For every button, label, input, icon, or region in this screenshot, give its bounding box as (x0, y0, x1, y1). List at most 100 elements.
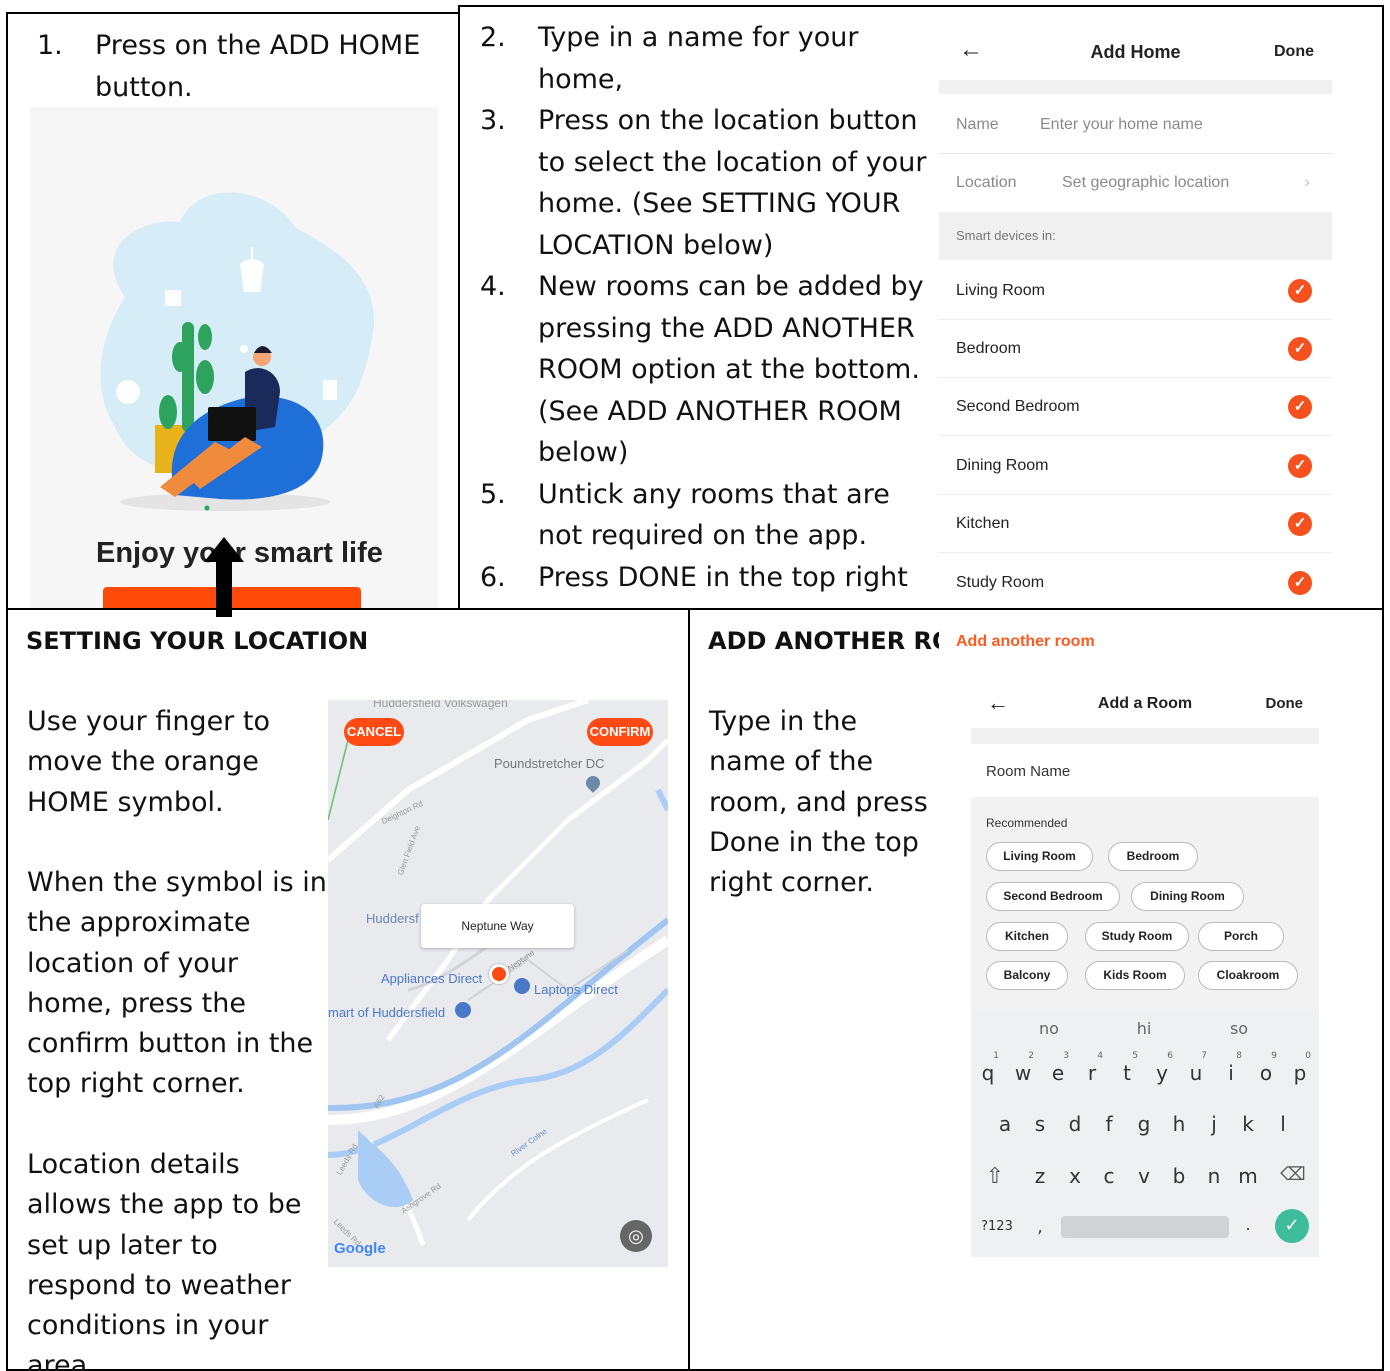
poi-laptops-direct: Laptops Direct (534, 982, 618, 997)
suggestion[interactable]: so (1209, 1019, 1269, 1038)
name-field-row[interactable]: Name Enter your home name (939, 96, 1332, 154)
step-number: 3. (480, 105, 506, 136)
room-chip[interactable]: Living Room (986, 842, 1093, 871)
key-j[interactable]: j (1199, 1112, 1229, 1136)
key-w[interactable]: 2w (1008, 1051, 1038, 1085)
room-name: Bedroom (956, 340, 1021, 357)
step-item: 3. Press on the location button to selec… (480, 100, 928, 266)
checkmark-icon[interactable]: ✓ (1288, 395, 1312, 419)
done-button[interactable]: Done (1274, 43, 1314, 61)
step-number: 1. (37, 30, 63, 61)
home-name-input[interactable]: Enter your home name (1040, 116, 1203, 134)
shopping-pin-icon (514, 978, 530, 994)
step-text: New rooms can be added by pressing the A… (538, 271, 924, 468)
room-chip[interactable]: Cloakroom (1198, 961, 1298, 990)
step-number: 4. (480, 271, 506, 302)
room-chip[interactable]: Bedroom (1108, 842, 1198, 871)
space-key[interactable] (1061, 1216, 1229, 1238)
location-field-row[interactable]: Location Set geographic location › (939, 154, 1332, 212)
confirm-button[interactable]: CONFIRM (587, 718, 653, 746)
room-chip[interactable]: Dining Room (1131, 882, 1244, 911)
suggestion[interactable]: hi (1114, 1019, 1174, 1038)
key-m[interactable]: m (1233, 1164, 1263, 1188)
home-marker-icon[interactable] (489, 964, 509, 984)
room-chip[interactable]: Kids Room (1085, 961, 1185, 990)
room-name-input[interactable]: Room Name (986, 763, 1070, 780)
smart-life-illustration (100, 192, 374, 511)
room-chip[interactable]: Second Bedroom (986, 882, 1120, 911)
add-home-screen: ← Add Home Done Name Enter your home nam… (939, 18, 1332, 610)
room-row[interactable]: Second Bedroom ✓ (939, 378, 1332, 436)
location-value[interactable]: Set geographic location (1062, 174, 1229, 192)
location-para-1: Use your finger to move the orange HOME … (27, 706, 270, 818)
location-label: Location (956, 174, 1017, 191)
key-i[interactable]: 8i (1216, 1051, 1246, 1085)
add-room-instructions: Type in the name of the room, and press … (709, 706, 928, 899)
shift-icon[interactable]: ⇧ (980, 1164, 1010, 1189)
room-row[interactable]: Dining Room ✓ (939, 437, 1332, 495)
room-chip[interactable]: Porch (1198, 922, 1284, 951)
add-room-screen: ← Add a Room Done Room Name (971, 680, 1319, 797)
room-row[interactable]: Study Room ✓ (939, 554, 1332, 612)
backspace-icon[interactable]: ⌫ (1278, 1164, 1308, 1185)
step-item: 5. Untick any rooms that are not require… (480, 474, 928, 557)
step-number: 6. (480, 561, 506, 593)
setting-location-heading: SETTING YOUR LOCATION (26, 627, 369, 655)
room-name: Dining Room (956, 457, 1049, 474)
room-row[interactable]: Living Room ✓ (939, 262, 1332, 320)
key-a[interactable]: a (990, 1112, 1020, 1136)
checkmark-icon[interactable]: ✓ (1288, 454, 1312, 478)
comma-key[interactable]: , (1025, 1217, 1055, 1236)
chevron-right-icon: › (1304, 172, 1310, 192)
checkmark-icon[interactable]: ✓ (1275, 1209, 1309, 1243)
poi-mart: mart of Huddersfield (328, 1005, 446, 1020)
key-f[interactable]: f (1094, 1112, 1124, 1136)
arrow-up-icon (204, 537, 244, 617)
cancel-button[interactable]: CANCEL (344, 718, 404, 746)
done-button[interactable]: Done (1266, 695, 1304, 712)
checkmark-icon[interactable]: ✓ (1288, 571, 1312, 595)
key-p[interactable]: 0p (1285, 1051, 1315, 1085)
key-r[interactable]: 4r (1077, 1051, 1107, 1085)
key-c[interactable]: c (1094, 1164, 1124, 1188)
room-chip[interactable]: Study Room (1085, 922, 1189, 951)
location-map[interactable]: Huddersfield Volkswagen CANCEL CONFIRM P… (328, 700, 668, 1267)
key-y[interactable]: 6y (1147, 1051, 1177, 1085)
symbols-key[interactable]: ?123 (977, 1219, 1017, 1234)
checkmark-icon[interactable]: ✓ (1288, 512, 1312, 536)
key-s[interactable]: s (1025, 1112, 1055, 1136)
key-g[interactable]: g (1129, 1112, 1159, 1136)
step-item: 4. New rooms can be added by pressing th… (480, 266, 928, 474)
key-o[interactable]: 9o (1251, 1051, 1281, 1085)
key-u[interactable]: 7u (1181, 1051, 1211, 1085)
suggestion[interactable]: no (1019, 1019, 1079, 1038)
key-k[interactable]: k (1233, 1112, 1263, 1136)
checkmark-icon[interactable]: ✓ (1288, 279, 1312, 303)
room-row[interactable]: Kitchen ✓ (939, 495, 1332, 553)
key-e[interactable]: 3e (1043, 1051, 1073, 1085)
locate-me-icon[interactable]: ◎ (620, 1220, 652, 1252)
add-another-room-link[interactable]: Add another room (956, 633, 1095, 651)
checkmark-icon[interactable]: ✓ (1288, 337, 1312, 361)
step1-item: 1. Press on the ADD HOME button. (37, 25, 437, 108)
key-h[interactable]: h (1164, 1112, 1194, 1136)
step-number: 5. (480, 478, 506, 510)
key-z[interactable]: z (1025, 1164, 1055, 1188)
header-divider (939, 80, 1332, 94)
smart-devices-label: Smart devices in: (956, 228, 1056, 243)
shopping-pin-icon (455, 1002, 471, 1018)
key-b[interactable]: b (1164, 1164, 1194, 1188)
room-name: Study Room (956, 574, 1045, 591)
room-chip[interactable]: Balcony (986, 961, 1068, 990)
period-key[interactable]: . (1233, 1215, 1263, 1234)
key-n[interactable]: n (1199, 1164, 1229, 1188)
step-number: 2. (480, 22, 506, 53)
key-q[interactable]: 1q (973, 1051, 1003, 1085)
room-row[interactable]: Bedroom ✓ (939, 320, 1332, 378)
key-v[interactable]: v (1129, 1164, 1159, 1188)
key-l[interactable]: l (1268, 1112, 1298, 1136)
room-chip[interactable]: Kitchen (986, 922, 1068, 951)
key-t[interactable]: 5t (1112, 1051, 1142, 1085)
key-x[interactable]: x (1060, 1164, 1090, 1188)
key-d[interactable]: d (1060, 1112, 1090, 1136)
